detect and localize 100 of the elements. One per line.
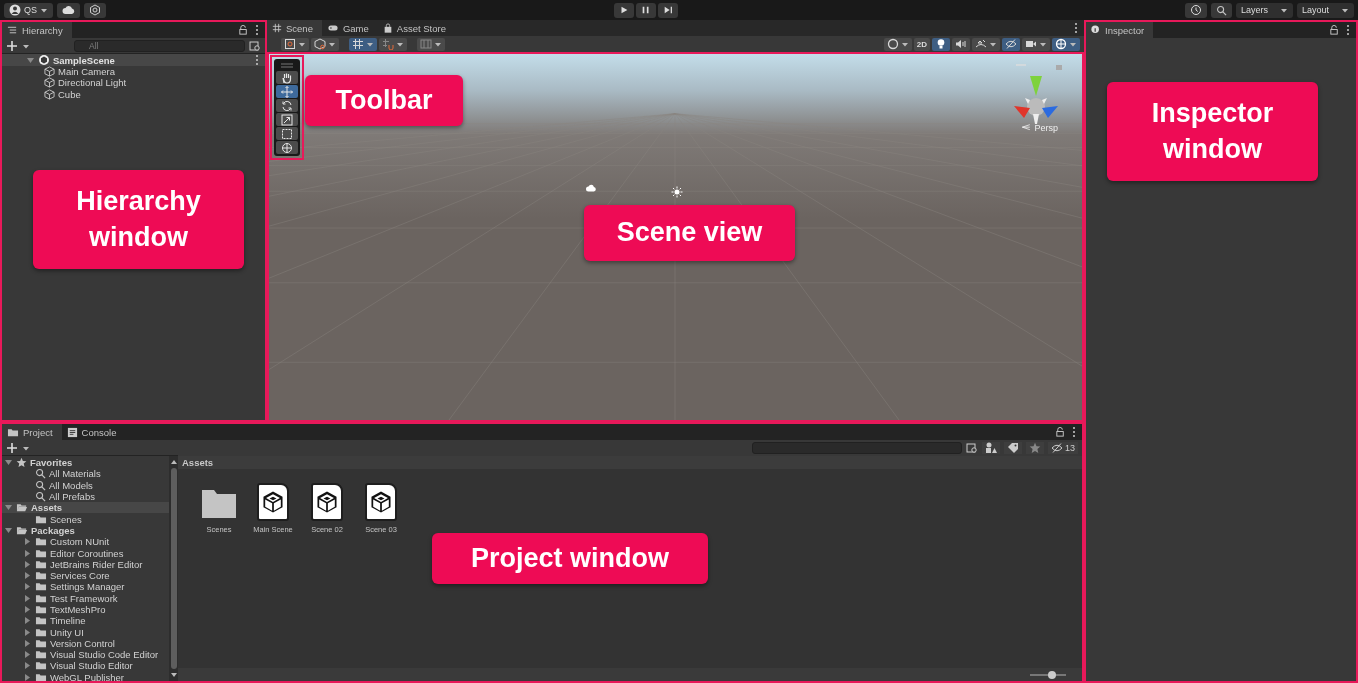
pause-button[interactable]: [635, 2, 656, 18]
panel-tab[interactable]: Project: [2, 424, 62, 440]
grid-snap-icon: [352, 38, 364, 50]
tree-item[interactable]: TextMeshPro: [2, 603, 169, 616]
grid-icon: [272, 23, 282, 33]
hierarchy-tab[interactable]: Hierarchy: [2, 22, 72, 38]
breadcrumb[interactable]: Assets: [178, 456, 1082, 469]
pivot-cube-icon: [314, 38, 326, 50]
scene-toolbar-button[interactable]: [311, 37, 339, 51]
search-icon: [35, 479, 46, 491]
expand-arrow-icon: [4, 525, 13, 535]
layout-dropdown[interactable]: Layout: [1297, 2, 1354, 18]
expand-arrow-icon: [4, 458, 13, 468]
scene-toolbar-button[interactable]: [1022, 37, 1050, 51]
view-tab[interactable]: Game: [321, 20, 378, 36]
scroll-down-icon: [169, 671, 178, 679]
scene-toolbar-button[interactable]: [1002, 37, 1020, 51]
history-button[interactable]: [1185, 2, 1207, 18]
tree-item[interactable]: WebGL Publisher: [2, 671, 169, 681]
cloud-icon: [62, 4, 75, 16]
tree-item[interactable]: Timeline: [2, 615, 169, 627]
cloud-button[interactable]: [57, 2, 80, 18]
sphere-icon: [886, 38, 899, 50]
tree-item[interactable]: All Models: [2, 479, 169, 491]
hierarchy-item[interactable]: Cube: [2, 88, 265, 100]
tree-item[interactable]: Settings Manager: [2, 581, 169, 593]
scene-toolbar-button[interactable]: [349, 37, 377, 51]
hand-icon: [281, 71, 293, 84]
tree-item[interactable]: Visual Studio Editor: [2, 660, 169, 672]
scene-toolbar-button[interactable]: [281, 37, 309, 51]
eye-slash-icon: [1051, 442, 1063, 454]
search-field[interactable]: All: [74, 39, 245, 52]
lock-icon: [1055, 426, 1066, 438]
label-filter-button[interactable]: [1004, 442, 1022, 454]
caret-icon: [1341, 6, 1349, 14]
view-tab[interactable]: Asset Store: [377, 20, 455, 36]
tree-item[interactable]: Version Control: [2, 637, 169, 650]
cube-icon: [44, 77, 55, 89]
hierarchy-item[interactable]: Main Camera: [2, 66, 265, 78]
tool-button[interactable]: [276, 141, 298, 154]
type-filter-button[interactable]: [982, 442, 1000, 454]
folder-icon: [35, 547, 47, 559]
collab-button[interactable]: [84, 2, 106, 18]
perspective-icon: [1021, 123, 1033, 133]
tree-item[interactable]: Unity UI: [2, 626, 169, 638]
tree-item[interactable]: Packages: [2, 524, 169, 537]
account-button[interactable]: QS: [4, 2, 53, 18]
scene-toolbar-button[interactable]: [952, 37, 970, 51]
tool-button[interactable]: [276, 113, 298, 126]
tree-item[interactable]: Services Core: [2, 569, 169, 582]
account-icon: [9, 4, 21, 16]
panel-tab[interactable]: Console: [61, 424, 126, 440]
more-icon: [255, 54, 259, 66]
list-icon: [7, 24, 18, 36]
caret-icon: [989, 40, 997, 48]
tool-button[interactable]: [276, 127, 298, 140]
icon-size-slider[interactable]: [1030, 673, 1066, 676]
hidden-packages-button[interactable]: 13: [1048, 442, 1078, 454]
annotation-label: Scene view: [584, 205, 795, 261]
tree-item[interactable]: All Prefabs: [2, 490, 169, 503]
tool-button[interactable]: [276, 71, 298, 84]
favorite-button[interactable]: [1026, 442, 1044, 454]
scene-toolbar-button[interactable]: [972, 37, 1000, 51]
folder-icon: [35, 637, 47, 649]
hierarchy-item[interactable]: Directional Light: [2, 77, 265, 89]
history-icon: [1190, 4, 1202, 16]
view-tab[interactable]: Scene: [267, 20, 322, 36]
caret-icon: [1280, 6, 1288, 14]
tree-item[interactable]: Scenes: [2, 513, 169, 525]
annotation-label: Toolbar: [305, 75, 463, 126]
folder-icon: [35, 536, 47, 548]
tree-item[interactable]: Test Framework: [2, 592, 169, 604]
tool-button[interactable]: [276, 85, 298, 98]
tree-item[interactable]: Editor Coroutines: [2, 547, 169, 559]
tree-item[interactable]: All Materials: [2, 468, 169, 480]
tree-item[interactable]: Visual Studio Code Editor: [2, 649, 169, 661]
scene-toolbar-button[interactable]: [1052, 37, 1080, 51]
scene-toolbar-button[interactable]: [883, 37, 912, 51]
search-button[interactable]: [1211, 2, 1232, 18]
step-button[interactable]: [657, 2, 678, 18]
scene-toolbar-button[interactable]: [932, 37, 950, 51]
layers-dropdown[interactable]: Layers: [1236, 2, 1293, 18]
tree-item[interactable]: JetBrains Rider Editor: [2, 558, 169, 570]
scrollbar[interactable]: [169, 456, 178, 681]
tree-item[interactable]: Assets: [2, 502, 169, 514]
mode-2d-button[interactable]: 2D: [913, 37, 930, 51]
sun-icon: [671, 186, 683, 198]
folder-icon: [35, 581, 47, 593]
scale-icon: [281, 113, 293, 126]
inspector-tab[interactable]: Inspector: [1086, 22, 1154, 38]
plus-icon: [6, 39, 18, 52]
play-button[interactable]: [613, 2, 634, 18]
rotate-icon: [281, 99, 293, 112]
tool-button[interactable]: [276, 99, 298, 112]
caret-icon: [900, 40, 909, 48]
shopping-bag-icon: [382, 22, 393, 34]
tree-item[interactable]: Favorites: [2, 457, 169, 469]
scene-row[interactable]: SampleScene: [2, 54, 265, 66]
tree-item[interactable]: Custom NUnit: [2, 536, 169, 548]
folder-icon: [35, 570, 47, 582]
